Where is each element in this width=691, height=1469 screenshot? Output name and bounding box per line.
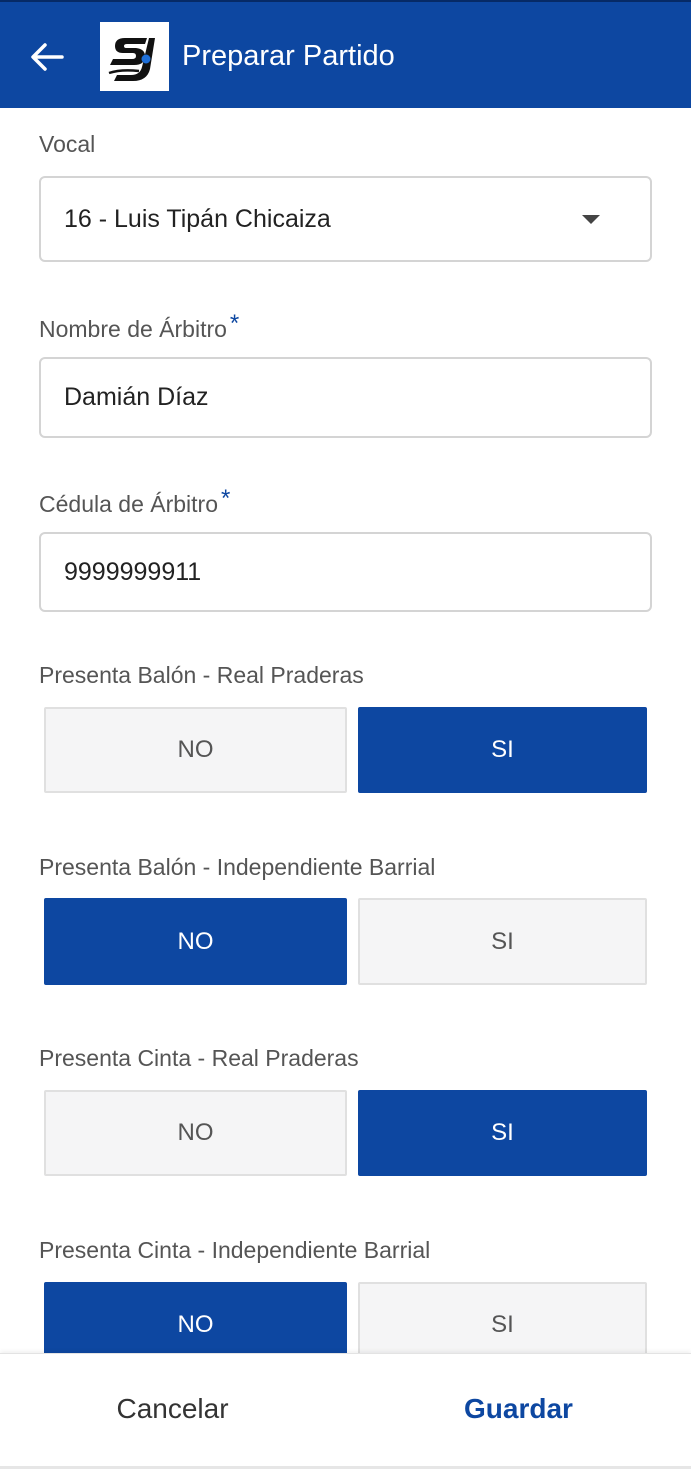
- toggle-no-button[interactable]: NO: [44, 1090, 347, 1176]
- referee-name-value: Damián Díaz: [64, 383, 209, 411]
- required-marker: *: [221, 485, 231, 512]
- form-content[interactable]: Vocal 16 - Luis Tipán Chicaiza Nombre de…: [0, 108, 691, 1353]
- toggle-si-button[interactable]: SI: [358, 1282, 647, 1353]
- dropdown-caret-icon: [582, 215, 600, 224]
- toggle-si-button[interactable]: SI: [358, 1090, 647, 1176]
- arrow-left-icon: [31, 43, 64, 71]
- referee-id-value: 9999999911: [64, 557, 202, 586]
- toggle-no-button[interactable]: NO: [44, 898, 347, 985]
- toggle-no-button[interactable]: NO: [44, 707, 347, 793]
- cancel-button[interactable]: Cancelar: [0, 1354, 345, 1464]
- toggle-label: Presenta Balón - Independiente Barrial: [39, 854, 436, 880]
- footer-bar: Cancelar Guardar: [0, 1353, 691, 1469]
- page-title: Preparar Partido: [182, 40, 395, 72]
- required-marker: *: [229, 310, 240, 337]
- referee-name-label: Nombre de Árbitro *: [39, 310, 239, 343]
- toggle-si-button[interactable]: SI: [358, 707, 647, 793]
- sj-logo-icon: [108, 37, 155, 81]
- referee-id-label-text: Cédula de Árbitro: [39, 491, 218, 517]
- vocal-select-value: 16 - Luis Tipán Chicaiza: [64, 204, 331, 233]
- back-button[interactable]: [22, 32, 72, 82]
- referee-id-input[interactable]: 9999999911: [39, 532, 652, 612]
- toggle-label: Presenta Cinta - Real Praderas: [39, 1045, 359, 1071]
- save-button[interactable]: Guardar: [346, 1354, 691, 1464]
- vocal-select[interactable]: 16 - Luis Tipán Chicaiza: [39, 176, 652, 262]
- toggle-no-button[interactable]: NO: [44, 1282, 347, 1353]
- referee-name-input[interactable]: Damián Díaz: [39, 357, 652, 438]
- app-bar: Preparar Partido: [0, 0, 691, 108]
- app-logo: [100, 22, 169, 91]
- vocal-label: Vocal: [39, 131, 96, 157]
- referee-name-label-text: Nombre de Árbitro: [39, 316, 227, 342]
- toggle-label: Presenta Balón - Real Praderas: [39, 662, 364, 688]
- referee-id-label: Cédula de Árbitro *: [39, 485, 230, 518]
- toggle-si-button[interactable]: SI: [358, 898, 647, 985]
- toggle-label: Presenta Cinta - Independiente Barrial: [39, 1237, 431, 1263]
